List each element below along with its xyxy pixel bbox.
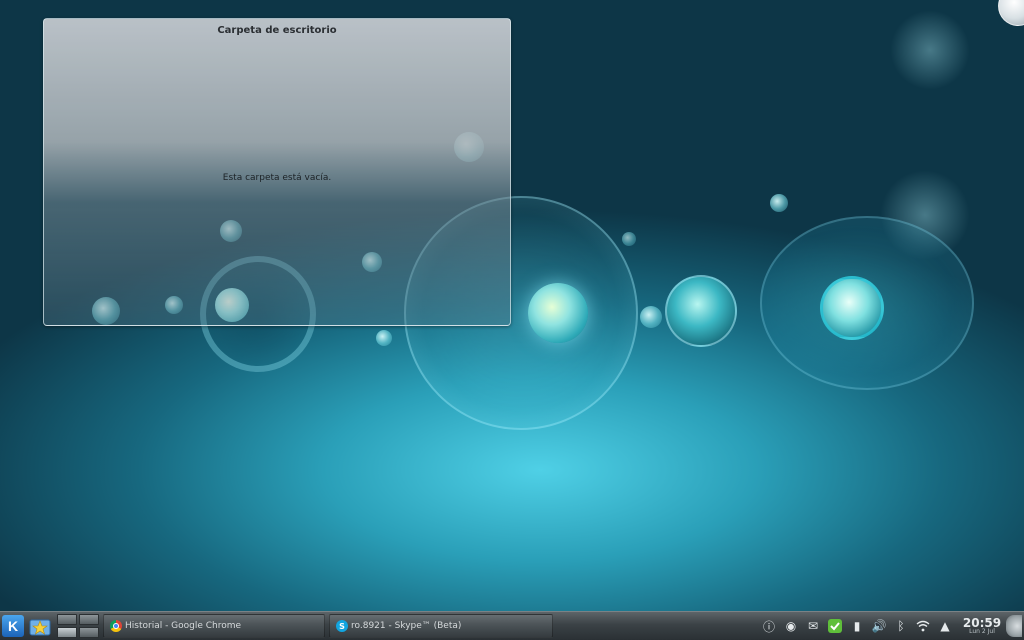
- folder-view-widget[interactable]: Carpeta de escritorio Esta carpeta está …: [43, 18, 511, 326]
- wallpaper-bubble: [820, 276, 884, 340]
- virtual-desktop-pager[interactable]: [57, 614, 99, 638]
- kde-launcher-icon[interactable]: K: [2, 615, 24, 637]
- panel-cashew-icon[interactable]: [1006, 615, 1022, 637]
- wifi-icon[interactable]: [914, 617, 932, 635]
- wallpaper-bubble: [770, 194, 788, 212]
- wallpaper-bubble: [376, 330, 392, 346]
- volume-icon[interactable]: 🔊: [870, 617, 888, 635]
- pager-desktop[interactable]: [79, 614, 99, 625]
- bluetooth-icon[interactable]: ᛒ: [892, 617, 910, 635]
- task-skype[interactable]: S ro.8921 - Skype™ (Beta): [329, 614, 553, 638]
- folder-empty-message: Esta carpeta está vacía.: [222, 173, 332, 183]
- mail-icon[interactable]: ✉: [804, 617, 822, 635]
- pager-desktop[interactable]: [57, 614, 77, 625]
- skype-icon: S: [336, 620, 348, 632]
- wallpaper-bubble: [528, 283, 588, 343]
- updates-check-icon[interactable]: [826, 617, 844, 635]
- battery-icon[interactable]: ▮: [848, 617, 866, 635]
- chrome-icon: [110, 620, 122, 632]
- wallpaper-bubble: [665, 275, 737, 347]
- task-label: Historial - Google Chrome: [125, 621, 242, 631]
- wallpaper-bubble: [640, 306, 662, 328]
- wallpaper-bubble: [622, 232, 636, 246]
- system-tray: ⓘ ◉ ✉ ▮ 🔊 ᛒ ▲ 20:59 Lun 2 Jul: [758, 612, 1024, 640]
- pager-desktop[interactable]: [57, 627, 77, 638]
- tray-expand-arrow-icon[interactable]: ▲: [936, 617, 954, 635]
- pager-desktop[interactable]: [79, 627, 99, 638]
- device-notifier-icon[interactable]: ◉: [782, 617, 800, 635]
- star-folder-icon[interactable]: [27, 613, 53, 639]
- digital-clock[interactable]: 20:59 Lun 2 Jul: [962, 617, 1002, 635]
- wallpaper-bubble: [890, 10, 970, 90]
- task-label: ro.8921 - Skype™ (Beta): [351, 621, 462, 631]
- folder-widget-title: Carpeta de escritorio: [217, 25, 337, 36]
- info-icon[interactable]: ⓘ: [760, 617, 778, 635]
- taskbar: K Historial - Google Chrome S ro.8921 - …: [0, 611, 1024, 640]
- task-chrome[interactable]: Historial - Google Chrome: [103, 614, 325, 638]
